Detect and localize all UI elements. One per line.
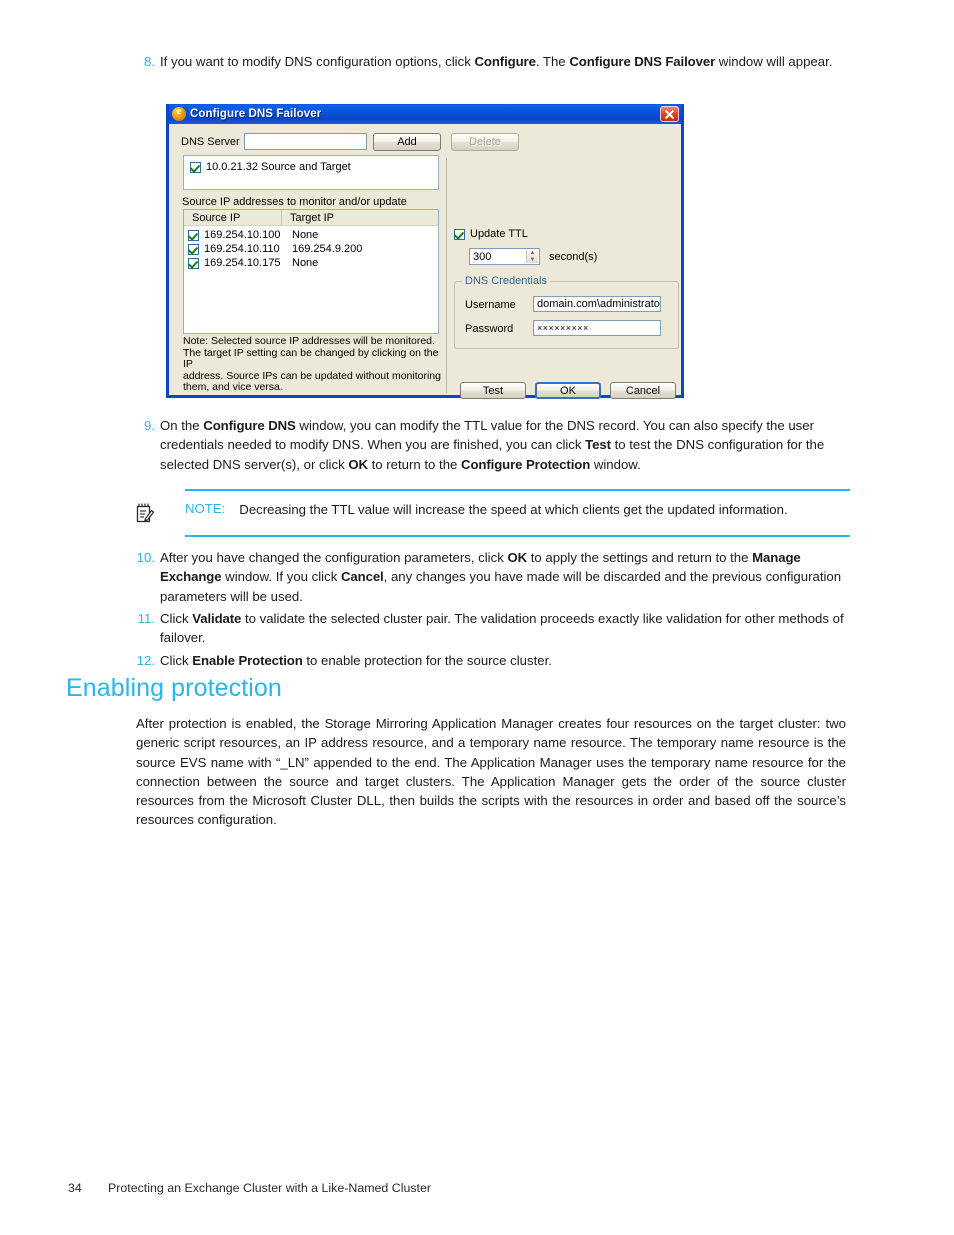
note-text: Decreasing the TTL value will increase t… xyxy=(239,502,788,517)
dns-server-input[interactable] xyxy=(244,133,367,150)
checkbox-icon[interactable] xyxy=(188,229,199,241)
section-paragraph: After protection is enabled, the Storage… xyxy=(136,716,846,828)
checkbox-icon[interactable] xyxy=(188,243,199,255)
source-ip-grid[interactable]: Source IP Target IP 169.254.10.100 None … xyxy=(183,209,439,334)
ok-button[interactable]: OK xyxy=(535,382,601,399)
step-9-number: 9. xyxy=(144,418,155,433)
step-12: 12. Click Enable Protection to enable pr… xyxy=(136,651,846,670)
page-footer: 34 Protecting an Exchange Cluster with a… xyxy=(68,1181,431,1195)
note-callout: NOTE: Decreasing the TTL value will incr… xyxy=(105,489,850,537)
column-header-source-ip: Source IP xyxy=(184,210,282,225)
step-11-number: 11. xyxy=(137,611,155,626)
step-9: 9. On the Configure DNS window, you can … xyxy=(136,416,846,474)
checkbox-icon[interactable] xyxy=(190,161,201,173)
step-8-text: If you want to modify DNS configuration … xyxy=(160,54,833,69)
footer-title: Protecting an Exchange Cluster with a Li… xyxy=(108,1181,431,1195)
note-row: NOTE: Decreasing the TTL value will incr… xyxy=(105,491,850,535)
dns-credentials-group-title: DNS Credentials xyxy=(462,275,550,287)
table-row[interactable]: 169.254.10.110 169.254.9.200 xyxy=(184,243,438,255)
dns-credentials-group: DNS Credentials xyxy=(454,275,679,349)
cell-source-ip: 169.254.10.110 xyxy=(204,243,280,255)
add-button[interactable]: Add xyxy=(373,133,441,151)
note-icon xyxy=(105,501,185,524)
configure-dns-failover-dialog[interactable]: Configure DNS Failover DNS Server Add De… xyxy=(166,104,684,399)
dialog-titlebar: Configure DNS Failover xyxy=(169,104,681,124)
source-ip-grid-header: Source IP Target IP xyxy=(184,210,438,226)
password-input[interactable]: ××××××××× xyxy=(533,320,661,336)
username-label: Username xyxy=(465,299,516,311)
table-row[interactable]: 169.254.10.100 None xyxy=(184,229,438,241)
step-12-number: 12. xyxy=(136,653,155,668)
footer-page-number: 34 xyxy=(68,1181,82,1195)
cell-source-ip: 169.254.10.100 xyxy=(204,229,281,241)
username-input[interactable]: domain.com\administrator xyxy=(533,296,661,312)
checkbox-icon[interactable] xyxy=(188,257,199,269)
dialog-note-text: Note: Selected source IP addresses will … xyxy=(183,335,441,393)
step-11: 11. Click Validate to validate the selec… xyxy=(136,609,846,648)
dns-server-entry: 10.0.21.32 Source and Target xyxy=(206,161,351,173)
update-ttl-label: Update TTL xyxy=(470,228,528,240)
table-row[interactable]: 169.254.10.175 None xyxy=(184,257,438,269)
step-10: 10. After you have changed the configura… xyxy=(136,548,846,606)
cell-target-ip[interactable]: 169.254.9.200 xyxy=(290,243,362,255)
ttl-units-label: second(s) xyxy=(549,251,598,263)
update-ttl-checkbox-row[interactable]: Update TTL xyxy=(454,228,528,240)
step-9-text: On the Configure DNS window, you can mod… xyxy=(160,418,825,472)
cell-target-ip[interactable]: None xyxy=(290,229,318,241)
ttl-value: 300 xyxy=(473,250,492,263)
step-10-number: 10. xyxy=(136,550,155,565)
delete-button[interactable]: Delete xyxy=(451,133,519,151)
checkbox-icon[interactable] xyxy=(454,228,465,240)
step-11-text: Click Validate to validate the selected … xyxy=(160,611,844,646)
note-label: NOTE: xyxy=(185,501,226,516)
note-rule-bottom xyxy=(185,535,850,537)
cancel-button[interactable]: Cancel xyxy=(610,382,676,399)
password-label: Password xyxy=(465,323,514,335)
document-page: 8. If you want to modify DNS configurati… xyxy=(0,0,954,1235)
step-8: 8. If you want to modify DNS configurati… xyxy=(136,52,846,71)
test-button[interactable]: Test xyxy=(460,382,526,399)
step-8-number: 8. xyxy=(144,54,155,69)
cell-target-ip[interactable]: None xyxy=(290,257,318,269)
dns-server-label: DNS Server xyxy=(181,136,240,148)
ttl-value-input[interactable]: 300 ▲ ▼ xyxy=(469,248,540,265)
step-10-text: After you have changed the configuration… xyxy=(160,550,842,604)
dialog-body: DNS Server Add Delete 10.0.21.32 Source … xyxy=(169,124,681,399)
source-ip-section-label: Source IP addresses to monitor and/or up… xyxy=(182,196,407,208)
column-header-target-ip: Target IP xyxy=(290,211,335,224)
dialog-title: Configure DNS Failover xyxy=(190,108,322,120)
ttl-spinner[interactable]: ▲ ▼ xyxy=(526,250,538,263)
dns-server-list[interactable]: 10.0.21.32 Source and Target xyxy=(183,155,439,190)
cell-source-ip: 169.254.10.175 xyxy=(204,257,281,269)
close-icon[interactable] xyxy=(660,106,679,122)
app-icon xyxy=(172,105,186,121)
step-12-text: Click Enable Protection to enable protec… xyxy=(160,653,552,668)
spinner-down-icon[interactable]: ▼ xyxy=(527,257,538,264)
page-title: Enabling protection xyxy=(66,674,282,702)
pane-divider xyxy=(446,158,447,393)
list-item[interactable]: 10.0.21.32 Source and Target xyxy=(184,160,438,174)
